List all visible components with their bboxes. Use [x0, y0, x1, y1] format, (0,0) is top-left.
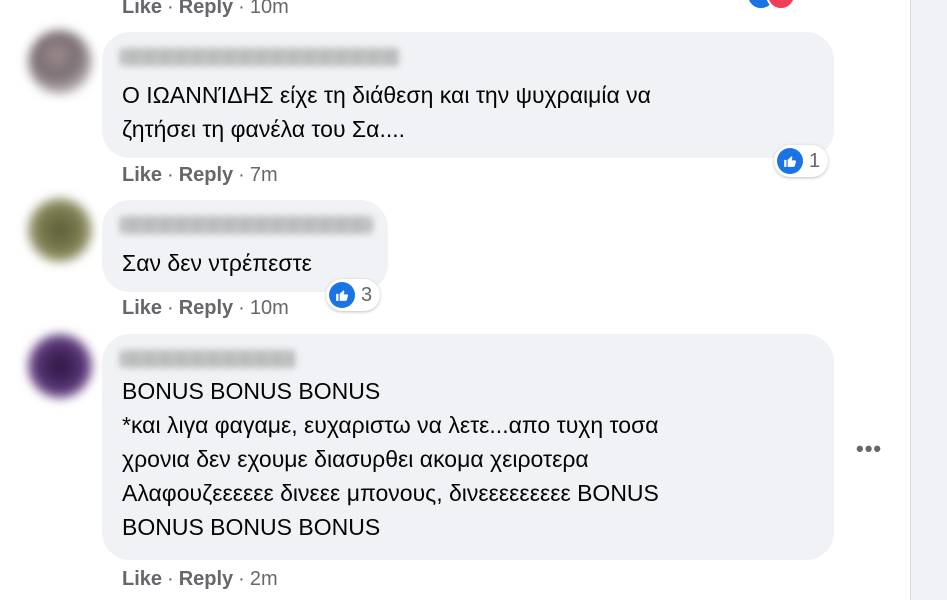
author-name[interactable] — [120, 48, 400, 66]
reaction-count: 1 — [809, 149, 821, 172]
comment-bubble: BONUS BONUS BONUS *και λιγα φαγαμε, ευχα… — [102, 334, 834, 560]
reaction-summary[interactable]: 6 — [744, 0, 828, 10]
reply-button[interactable]: Reply — [179, 568, 233, 590]
author-name[interactable] — [120, 216, 372, 234]
heart-icon — [766, 0, 796, 10]
comment-text: BONUS BONUS BONUS *και λιγα φαγαμε, ευχα… — [122, 378, 659, 540]
comment-bubble: Ο ΙΩΑΝΝΊΔΗΣ είχε τη διάθεση και την ψυχρ… — [102, 32, 834, 158]
like-button[interactable]: Like — [122, 297, 162, 319]
reaction-summary[interactable]: 3 — [326, 279, 381, 311]
comment-text: Ο ΙΩΑΝΝΊΔΗΣ είχε τη διάθεση και την ψυχρ… — [122, 82, 651, 142]
comment-time: 10m — [249, 297, 289, 319]
thumbs-up-icon — [329, 282, 355, 308]
comment-actions: Like · Reply · 10m — [122, 0, 289, 19]
more-options-icon[interactable]: ••• — [856, 436, 882, 462]
avatar[interactable] — [28, 334, 92, 398]
comment-actions: Like · Reply · 2m — [122, 568, 278, 590]
reply-button[interactable]: Reply — [179, 0, 233, 18]
comment-time: 10m — [249, 0, 289, 18]
comment-time: 7m — [249, 164, 278, 186]
author-name[interactable] — [120, 350, 296, 368]
comment-actions: Like · Reply · 7m — [122, 164, 278, 186]
like-button[interactable]: Like — [122, 164, 162, 186]
reaction-count: 3 — [361, 283, 373, 306]
like-button[interactable]: Like — [122, 0, 162, 18]
right-scroll-strip — [910, 0, 947, 600]
reaction-summary[interactable]: 1 — [774, 145, 829, 177]
reply-button[interactable]: Reply — [179, 164, 233, 186]
comment-text: Σαν δεν ντρέπεστε — [122, 250, 312, 276]
comment-actions: Like · Reply · 10m — [122, 297, 289, 319]
comment-time: 2m — [249, 568, 278, 590]
reply-button[interactable]: Reply — [179, 297, 233, 319]
like-button[interactable]: Like — [122, 568, 162, 590]
thumbs-up-icon — [777, 148, 803, 174]
avatar[interactable] — [28, 198, 92, 262]
avatar[interactable] — [28, 30, 92, 94]
